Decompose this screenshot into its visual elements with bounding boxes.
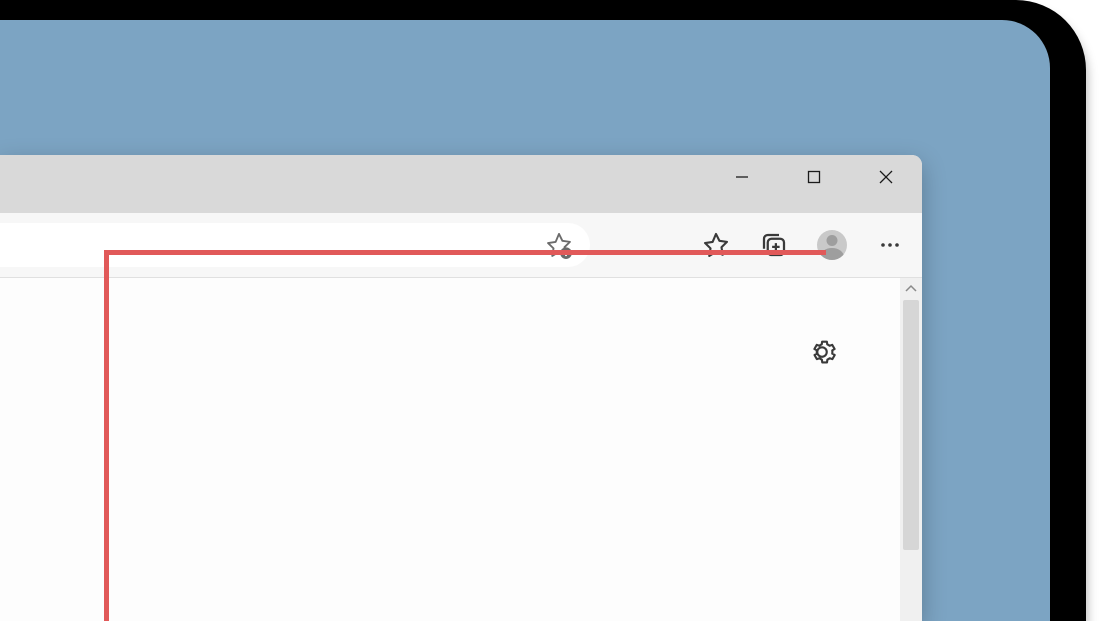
star-icon xyxy=(702,231,730,259)
collections-button[interactable] xyxy=(746,222,802,268)
avatar-icon xyxy=(817,230,847,260)
add-favorite-button[interactable] xyxy=(536,222,582,268)
page-viewport xyxy=(0,278,922,621)
close-button[interactable] xyxy=(850,155,922,199)
toolbar xyxy=(0,213,922,277)
minimize-icon xyxy=(734,169,750,185)
favorites-button[interactable] xyxy=(688,222,744,268)
vertical-scrollbar[interactable] xyxy=(900,278,922,621)
maximize-icon xyxy=(806,169,822,185)
profile-button[interactable] xyxy=(804,222,860,268)
more-button[interactable] xyxy=(862,222,918,268)
ellipsis-icon xyxy=(878,233,902,257)
star-plus-icon xyxy=(545,231,573,259)
titlebar xyxy=(0,155,922,213)
browser-window xyxy=(0,155,922,621)
address-bar[interactable] xyxy=(0,223,590,267)
page-settings-button[interactable] xyxy=(800,330,844,374)
scroll-up-button[interactable] xyxy=(900,278,922,300)
close-icon xyxy=(878,169,894,185)
maximize-button[interactable] xyxy=(778,155,850,199)
minimize-button[interactable] xyxy=(706,155,778,199)
collections-icon xyxy=(759,230,789,260)
chevron-up-icon xyxy=(905,283,917,295)
gear-icon xyxy=(807,337,837,367)
window-controls xyxy=(706,155,922,199)
scroll-thumb[interactable] xyxy=(903,300,919,550)
